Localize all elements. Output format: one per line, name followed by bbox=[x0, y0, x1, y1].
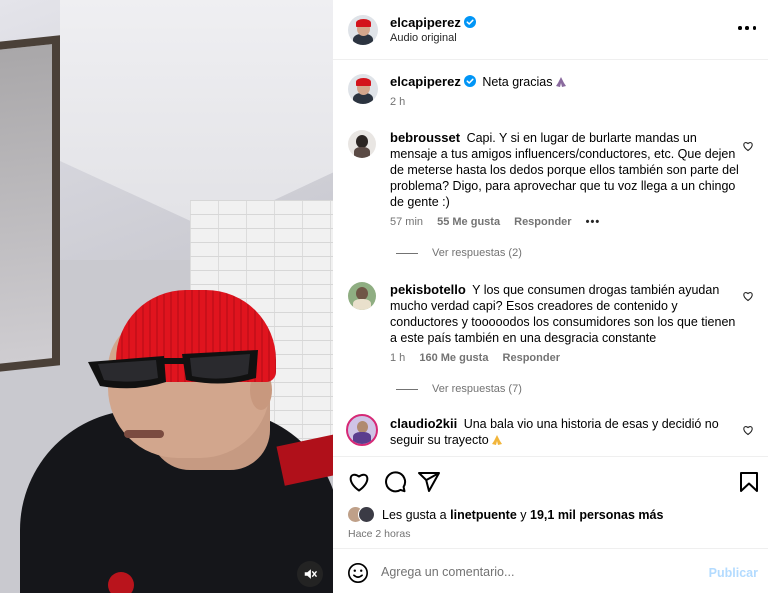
mirror-frame bbox=[0, 35, 60, 375]
liker-avatar bbox=[358, 506, 375, 523]
view-replies-label: Ver respuestas (2) bbox=[432, 247, 522, 259]
comment-username[interactable]: pekisbotello bbox=[390, 282, 466, 297]
jacket-rose-logo bbox=[108, 572, 134, 593]
comment-text: bebrousset Capi. Y si en lugar de burlar… bbox=[390, 130, 740, 210]
heart-icon[interactable] bbox=[347, 470, 371, 494]
publish-button[interactable]: Publicar bbox=[709, 566, 758, 580]
liker-username[interactable]: linetpuente bbox=[450, 508, 517, 522]
comment-input[interactable] bbox=[381, 560, 701, 584]
smiley-icon[interactable] bbox=[347, 562, 369, 584]
comment-time[interactable]: 57 min bbox=[390, 216, 423, 228]
post-time[interactable]: Hace 2 horas bbox=[348, 528, 410, 540]
comment-reply-button[interactable]: Responder bbox=[503, 352, 560, 364]
comment-likes[interactable]: 55 Me gusta bbox=[437, 216, 500, 228]
view-replies-label: Ver respuestas (7) bbox=[432, 383, 522, 395]
comment-like-heart-icon[interactable] bbox=[742, 290, 754, 302]
post-actions: Les gusta a linetpuente y 19,1 mil perso… bbox=[333, 456, 768, 548]
comment-text: pekisbotello Y los que consumen drogas t… bbox=[390, 282, 740, 346]
commenter-avatar[interactable] bbox=[348, 130, 376, 158]
more-options-icon[interactable] bbox=[738, 20, 756, 36]
person-mouth bbox=[124, 430, 164, 438]
audio-link[interactable]: Audio original bbox=[390, 32, 457, 44]
verified-badge-icon bbox=[463, 16, 476, 28]
comment-username[interactable]: claudio2kii bbox=[390, 416, 457, 431]
comment-meta: 57 min 55 Me gusta Responder ••• bbox=[390, 216, 611, 228]
replies-divider bbox=[396, 388, 418, 390]
comment-meta: 1 h 160 Me gusta Responder bbox=[390, 352, 571, 364]
caption-text: elcapiperez Neta gracias bbox=[390, 74, 750, 90]
view-replies-button[interactable]: Ver respuestas (2) bbox=[396, 247, 522, 259]
author-avatar[interactable] bbox=[348, 15, 378, 45]
comments-list[interactable]: elcapiperez Neta gracias 2 h bebrousset … bbox=[333, 60, 768, 456]
caption-avatar[interactable] bbox=[348, 74, 378, 104]
post-video[interactable] bbox=[0, 0, 333, 593]
commenter-avatar[interactable] bbox=[348, 282, 376, 310]
comment-icon[interactable] bbox=[383, 470, 407, 494]
praying-hands-icon bbox=[491, 435, 502, 445]
comment-username[interactable]: bebrousset bbox=[390, 130, 460, 145]
comment-options-button[interactable]: ••• bbox=[586, 216, 601, 228]
verified-badge-icon bbox=[463, 75, 476, 87]
view-replies-button[interactable]: Ver respuestas (7) bbox=[396, 383, 522, 395]
praying-hands-icon bbox=[555, 77, 566, 87]
caption-username[interactable]: elcapiperez bbox=[390, 74, 461, 89]
bookmark-icon[interactable] bbox=[737, 470, 761, 494]
author-username[interactable]: elcapiperez bbox=[390, 15, 461, 30]
mute-toggle-button[interactable] bbox=[297, 561, 323, 587]
post-header: elcapiperez Audio original bbox=[333, 0, 768, 60]
likes-count[interactable]: 19,1 mil personas más bbox=[530, 508, 663, 522]
caption-body: Neta gracias bbox=[482, 75, 553, 89]
share-icon[interactable] bbox=[417, 470, 441, 494]
comment-reply-button[interactable]: Responder bbox=[514, 216, 571, 228]
likes-summary[interactable]: Les gusta a linetpuente y 19,1 mil perso… bbox=[347, 506, 663, 523]
post-details-panel: elcapiperez Audio original elcapiperez N… bbox=[333, 0, 768, 593]
comment-likes[interactable]: 160 Me gusta bbox=[419, 352, 488, 364]
commenter-avatar[interactable] bbox=[346, 414, 378, 446]
caption-time[interactable]: 2 h bbox=[390, 96, 405, 108]
comment-like-heart-icon[interactable] bbox=[742, 140, 754, 152]
comment-like-heart-icon[interactable] bbox=[742, 424, 754, 436]
author-username-row[interactable]: elcapiperez bbox=[390, 15, 476, 30]
sunglasses bbox=[88, 350, 258, 389]
muted-speaker-icon bbox=[304, 569, 317, 579]
likes-text: Les gusta a linetpuente y 19,1 mil perso… bbox=[382, 508, 663, 522]
likes-and: y bbox=[520, 507, 527, 522]
likes-prefix: Les gusta a bbox=[382, 507, 447, 522]
comment-time[interactable]: 1 h bbox=[390, 352, 405, 364]
comment-text: claudio2kii Una bala vio una historia de… bbox=[390, 416, 740, 448]
replies-divider bbox=[396, 252, 418, 254]
comment-composer: Publicar bbox=[333, 548, 768, 593]
